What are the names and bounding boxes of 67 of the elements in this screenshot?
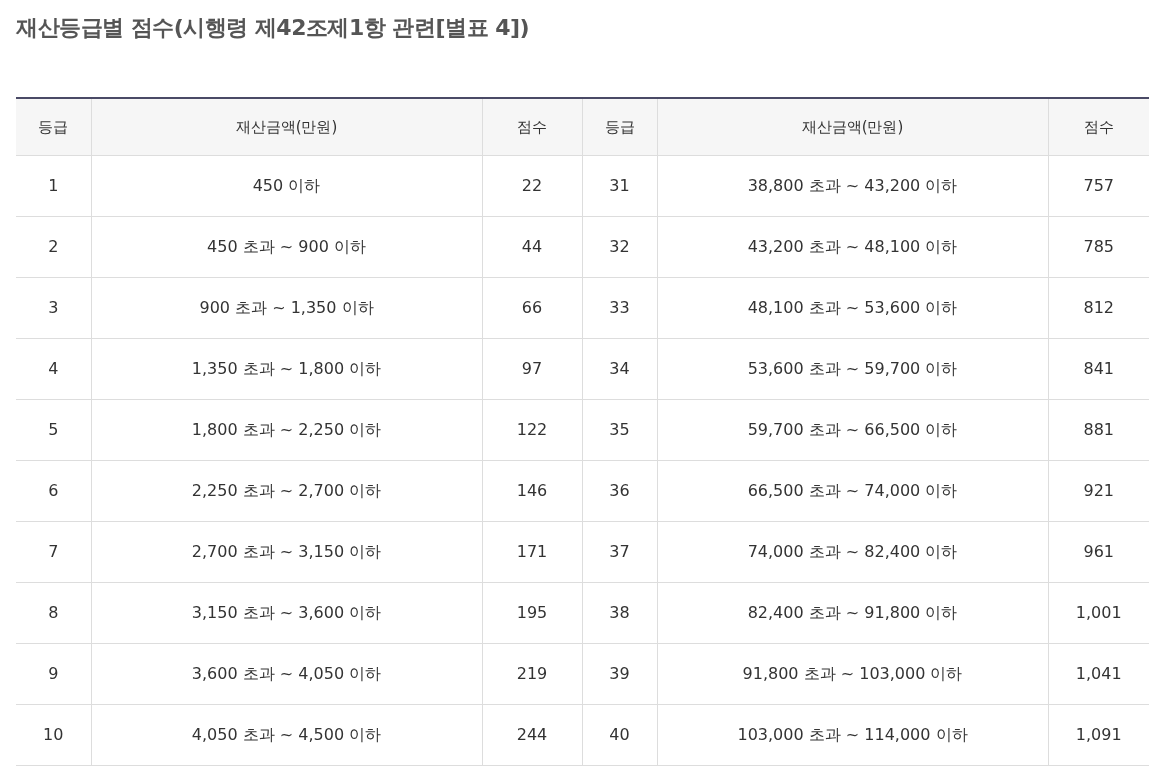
table-cell: 35	[582, 399, 657, 460]
column-header: 재산금액(만원)	[657, 98, 1048, 155]
column-header: 등급	[16, 98, 91, 155]
table-cell: 900 초과 ~ 1,350 이하	[91, 277, 482, 338]
table-cell: 40	[582, 704, 657, 765]
table-cell: 1	[16, 155, 91, 216]
table-cell: 97	[482, 338, 582, 399]
table-cell: 219	[482, 643, 582, 704]
table-cell: 122	[482, 399, 582, 460]
table-cell: 146	[482, 460, 582, 521]
table-cell: 10	[16, 704, 91, 765]
table-cell: 1,001	[1048, 582, 1149, 643]
table-cell: 43,200 초과 ~ 48,100 이하	[657, 216, 1048, 277]
table-cell: 7	[16, 521, 91, 582]
table-cell: 1,800 초과 ~ 2,250 이하	[91, 399, 482, 460]
table-cell: 3,150 초과 ~ 3,600 이하	[91, 582, 482, 643]
table-cell: 103,000 초과 ~ 114,000 이하	[657, 704, 1048, 765]
table-cell: 82,400 초과 ~ 91,800 이하	[657, 582, 1048, 643]
table-cell: 450 이하	[91, 155, 482, 216]
table-cell: 48,100 초과 ~ 53,600 이하	[657, 277, 1048, 338]
table-cell: 961	[1048, 521, 1149, 582]
table-cell: 6	[16, 460, 91, 521]
table-cell: 59,700 초과 ~ 66,500 이하	[657, 399, 1048, 460]
table-cell: 3	[16, 277, 91, 338]
table-cell: 4	[16, 338, 91, 399]
table-cell: 32	[582, 216, 657, 277]
table-cell: 22	[482, 155, 582, 216]
column-header: 등급	[582, 98, 657, 155]
table-cell: 2	[16, 216, 91, 277]
table-cell: 812	[1048, 277, 1149, 338]
table-cell: 4,050 초과 ~ 4,500 이하	[91, 704, 482, 765]
table-cell: 841	[1048, 338, 1149, 399]
table-cell: 34	[582, 338, 657, 399]
table-cell: 785	[1048, 216, 1149, 277]
table-cell: 244	[482, 704, 582, 765]
column-header: 점수	[482, 98, 582, 155]
column-header: 점수	[1048, 98, 1149, 155]
table-cell: 36	[582, 460, 657, 521]
table-cell: 1,041	[1048, 643, 1149, 704]
column-header: 재산금액(만원)	[91, 98, 482, 155]
table-cell: 195	[482, 582, 582, 643]
table-cell: 450 초과 ~ 900 이하	[91, 216, 482, 277]
table-cell: 39	[582, 643, 657, 704]
table-cell: 91,800 초과 ~ 103,000 이하	[657, 643, 1048, 704]
table-cell: 66,500 초과 ~ 74,000 이하	[657, 460, 1048, 521]
table-cell: 38	[582, 582, 657, 643]
table-cell: 31	[582, 155, 657, 216]
page-title: 재산등급별 점수(시행령 제42조제1항 관련[별표 4])	[16, 14, 531, 42]
table-cell: 66	[482, 277, 582, 338]
table-cell: 881	[1048, 399, 1149, 460]
table-cell: 44	[482, 216, 582, 277]
table-cell: 921	[1048, 460, 1149, 521]
table-cell: 37	[582, 521, 657, 582]
table-cell: 53,600 초과 ~ 59,700 이하	[657, 338, 1048, 399]
table-cell: 1,091	[1048, 704, 1149, 765]
table-cell: 1,350 초과 ~ 1,800 이하	[91, 338, 482, 399]
table-cell: 38,800 초과 ~ 43,200 이하	[657, 155, 1048, 216]
table-cell: 74,000 초과 ~ 82,400 이하	[657, 521, 1048, 582]
table-cell: 171	[482, 521, 582, 582]
table-cell: 5	[16, 399, 91, 460]
table-cell: 757	[1048, 155, 1149, 216]
table-cell: 9	[16, 643, 91, 704]
table-cell: 33	[582, 277, 657, 338]
table-cell: 3,600 초과 ~ 4,050 이하	[91, 643, 482, 704]
table-cell: 8	[16, 582, 91, 643]
table-cell: 2,700 초과 ~ 3,150 이하	[91, 521, 482, 582]
table-cell: 2,250 초과 ~ 2,700 이하	[91, 460, 482, 521]
